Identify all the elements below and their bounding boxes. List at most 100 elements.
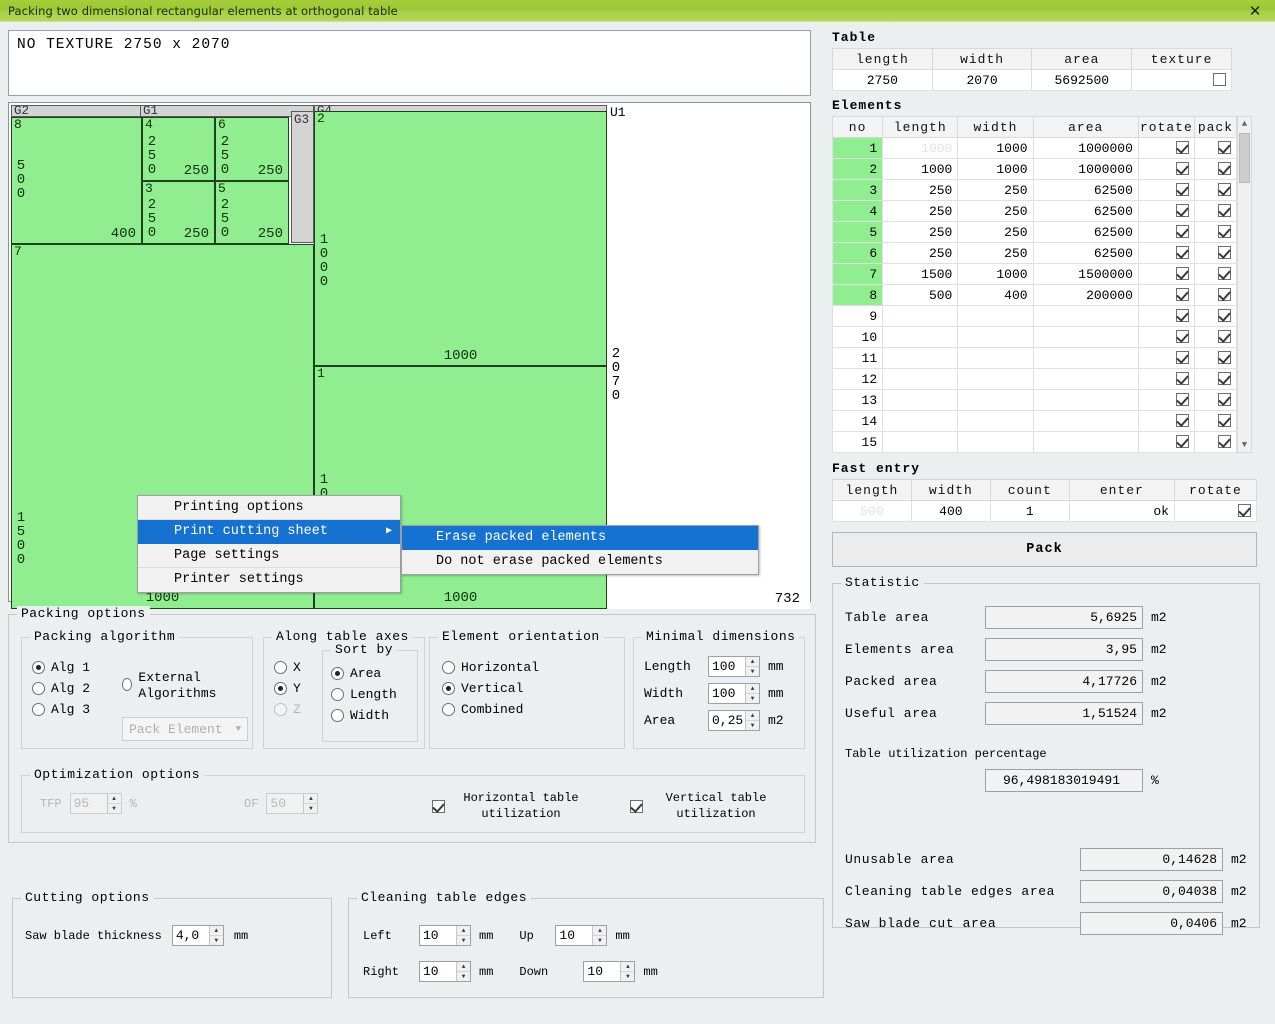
rotate-checkbox[interactable]: [1176, 372, 1189, 385]
stepper-up-icon[interactable]: ▲: [746, 711, 759, 721]
element-length-cell[interactable]: 1000: [883, 159, 958, 180]
element-no-cell[interactable]: 10: [833, 327, 883, 348]
element-pack-cell[interactable]: [1194, 348, 1236, 369]
element-pack-cell[interactable]: [1194, 432, 1236, 453]
stepper-up-icon[interactable]: ▲: [457, 962, 470, 972]
element-rotate-cell[interactable]: [1138, 264, 1194, 285]
fast-entry-rotate-cell[interactable]: [1174, 501, 1256, 522]
element-no-cell[interactable]: 3: [833, 180, 883, 201]
rotate-checkbox[interactable]: [1176, 393, 1189, 406]
radio-axis-y[interactable]: Y: [274, 681, 301, 696]
element-pack-cell[interactable]: [1194, 180, 1236, 201]
rotate-checkbox[interactable]: [1176, 267, 1189, 280]
pack-checkbox[interactable]: [1218, 435, 1231, 448]
fast-entry-width-input[interactable]: 400: [911, 501, 990, 522]
table-row[interactable]: 8500400200000: [833, 285, 1237, 306]
close-icon[interactable]: ✕: [1245, 2, 1265, 20]
stepper-up-icon[interactable]: ▲: [746, 657, 759, 667]
radio-sort-area[interactable]: Area: [331, 666, 397, 681]
stepper-up-icon[interactable]: ▲: [210, 926, 223, 936]
pack-checkbox[interactable]: [1218, 162, 1231, 175]
saw-blade-thickness-stepper[interactable]: 4,0 ▲▼: [172, 925, 224, 946]
table-row[interactable]: 10: [833, 327, 1237, 348]
stepper-down-icon[interactable]: ▼: [210, 936, 223, 945]
radio-orientation-vertical[interactable]: Vertical: [442, 681, 539, 696]
fast-entry-row[interactable]: 500 400 1 ok: [833, 501, 1257, 522]
element-width-cell[interactable]: [958, 327, 1033, 348]
element-length-cell[interactable]: 250: [883, 243, 958, 264]
element-width-cell[interactable]: 250: [958, 180, 1033, 201]
menu-item-print-cutting-sheet[interactable]: Print cutting sheet ▶: [138, 520, 400, 544]
min-width-stepper[interactable]: 100 ▲▼: [708, 683, 760, 704]
table-row[interactable]: 425025062500: [833, 201, 1237, 222]
rotate-checkbox[interactable]: [1176, 330, 1189, 343]
table-row[interactable]: 2100010001000000: [833, 159, 1237, 180]
element-no-cell[interactable]: 6: [833, 243, 883, 264]
rotate-checkbox[interactable]: [1176, 309, 1189, 322]
element-width-cell[interactable]: [958, 390, 1033, 411]
radio-icon[interactable]: [331, 709, 344, 722]
scroll-down-icon[interactable]: ▼: [1238, 438, 1251, 452]
element-rotate-cell[interactable]: [1138, 285, 1194, 306]
element-rotate-cell[interactable]: [1138, 390, 1194, 411]
radio-icon[interactable]: [331, 667, 344, 680]
radio-icon[interactable]: [442, 661, 455, 674]
pack-button[interactable]: Pack: [832, 532, 1257, 567]
element-pack-cell[interactable]: [1194, 201, 1236, 222]
element-width-cell[interactable]: 250: [958, 222, 1033, 243]
rotate-checkbox[interactable]: [1176, 141, 1189, 154]
element-pack-cell[interactable]: [1194, 285, 1236, 306]
element-rotate-cell[interactable]: [1138, 327, 1194, 348]
element-no-cell[interactable]: 1: [833, 138, 883, 159]
clean-down-value[interactable]: 10: [584, 962, 620, 981]
pack-checkbox[interactable]: [1218, 246, 1231, 259]
element-width-cell[interactable]: 250: [958, 243, 1033, 264]
pack-checkbox[interactable]: [1218, 204, 1231, 217]
element-no-cell[interactable]: 5: [833, 222, 883, 243]
table-row[interactable]: 2750 2070 5692500: [833, 70, 1232, 91]
radio-alg-3[interactable]: Alg 3: [32, 702, 90, 717]
rotate-checkbox[interactable]: [1176, 351, 1189, 364]
element-pack-cell[interactable]: [1194, 138, 1236, 159]
fast-entry-count-input[interactable]: 1: [990, 501, 1069, 522]
menu-item-page-settings[interactable]: Page settings: [138, 544, 400, 568]
rotate-checkbox[interactable]: [1176, 435, 1189, 448]
min-width-value[interactable]: 100: [709, 684, 745, 703]
element-no-cell[interactable]: 7: [833, 264, 883, 285]
pack-checkbox[interactable]: [1218, 330, 1231, 343]
element-length-cell[interactable]: [883, 411, 958, 432]
radio-sort-length[interactable]: Length: [331, 687, 397, 702]
element-width-cell[interactable]: [958, 348, 1033, 369]
rotate-checkbox[interactable]: [1176, 225, 1189, 238]
table-row[interactable]: 325025062500: [833, 180, 1237, 201]
packing-canvas[interactable]: G2 G1 G3 G4 8 500 400 4 250 250: [8, 102, 811, 602]
context-submenu[interactable]: Erase packed elements Do not erase packe…: [401, 525, 759, 575]
stepper-buttons[interactable]: ▲▼: [456, 962, 470, 981]
clean-up-value[interactable]: 10: [556, 926, 592, 945]
rotate-checkbox[interactable]: [1176, 204, 1189, 217]
element-no-cell[interactable]: 8: [833, 285, 883, 306]
packed-element[interactable]: 4 250 250: [142, 117, 215, 181]
pack-checkbox[interactable]: [1218, 288, 1231, 301]
element-length-cell[interactable]: [883, 327, 958, 348]
stepper-buttons[interactable]: ▲▼: [592, 926, 606, 945]
table-row[interactable]: 15: [833, 432, 1237, 453]
element-length-cell[interactable]: 250: [883, 222, 958, 243]
radio-alg-1[interactable]: Alg 1: [32, 660, 90, 675]
pack-checkbox[interactable]: [1218, 393, 1231, 406]
table-width-cell[interactable]: 2070: [932, 70, 1032, 91]
rotate-checkbox[interactable]: [1238, 504, 1251, 517]
element-no-cell[interactable]: 11: [833, 348, 883, 369]
packed-element[interactable]: 2 1000 1000: [314, 111, 607, 366]
submenu-item-do-not-erase-packed-elements[interactable]: Do not erase packed elements: [402, 550, 758, 574]
radio-external-algorithms[interactable]: External Algorithms: [122, 670, 252, 702]
pack-checkbox[interactable]: [1218, 225, 1231, 238]
radio-icon[interactable]: [331, 688, 344, 701]
element-pack-cell[interactable]: [1194, 222, 1236, 243]
element-rotate-cell[interactable]: [1138, 432, 1194, 453]
stepper-down-icon[interactable]: ▼: [621, 972, 634, 981]
clean-left-stepper[interactable]: 10 ▲▼: [419, 925, 471, 946]
element-no-cell[interactable]: 13: [833, 390, 883, 411]
packed-element[interactable]: 5 250 250: [215, 181, 289, 244]
table-length-cell[interactable]: 2750: [833, 70, 933, 91]
